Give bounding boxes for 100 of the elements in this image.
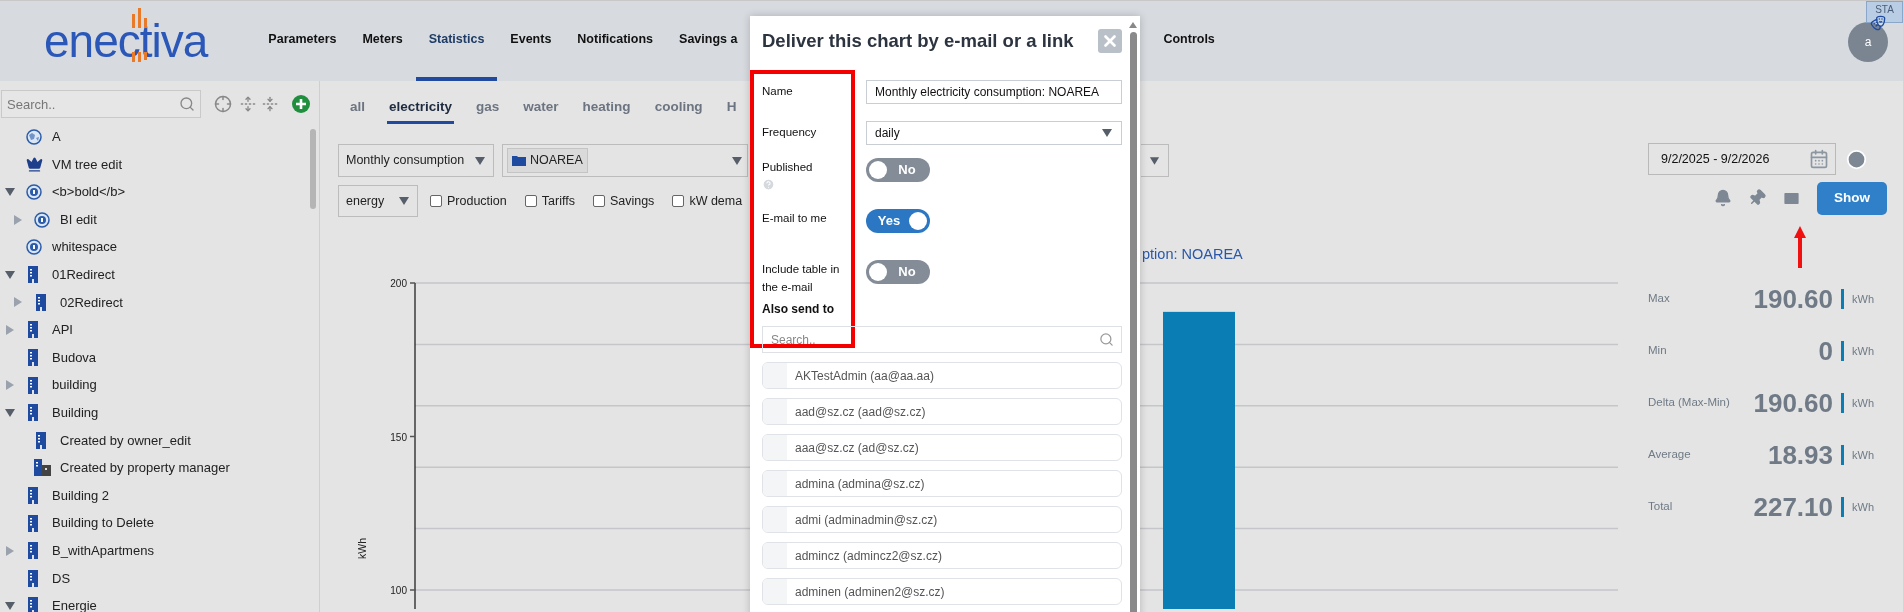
folder-icon [512, 155, 526, 166]
masks-icon [1870, 15, 1886, 31]
checkbox-label: Production [447, 192, 507, 210]
environment-badge: STA [1866, 1, 1903, 23]
nav-item[interactable]: Parameters [255, 1, 350, 81]
tree-item[interactable]: B_withApartmens [0, 536, 309, 565]
tree-item[interactable]: DS [0, 564, 309, 593]
tree-item[interactable]: 01Redirect [0, 260, 309, 289]
recipient-label: admi (adminadmin@sz.cz) [795, 511, 938, 529]
nav-item[interactable]: Events [497, 1, 565, 81]
tab[interactable]: water [521, 94, 561, 124]
tree-item-label: 02Redirect [60, 293, 123, 312]
clock-icon[interactable] [1846, 148, 1867, 170]
tree-item[interactable]: Building to Delete [0, 509, 309, 537]
tab[interactable]: all [348, 94, 367, 124]
tree-item[interactable]: building [0, 371, 309, 399]
tree-item[interactable]: Budova [0, 343, 309, 372]
tree-item[interactable]: Building 2 [0, 481, 309, 510]
axis-label: kWh [356, 538, 368, 559]
building-icon [28, 404, 40, 422]
tree-item[interactable]: A [0, 123, 309, 151]
tree-item-label: whitespace [52, 238, 118, 257]
close-button[interactable] [1098, 29, 1122, 53]
checkbox[interactable] [672, 195, 685, 207]
nav-item[interactable]: Notifications [564, 1, 667, 81]
recipient-item[interactable]: admina (admina@sz.cz) [762, 470, 1122, 497]
recipient-item[interactable]: aaa@sz.cz (ad@sz.cz) [762, 434, 1122, 461]
tree-item[interactable]: 02Redirect [0, 288, 309, 317]
tree-item[interactable]: <b>bold</b> [0, 178, 309, 206]
recipient-item[interactable]: adminen (adminen2@sz.cz) [762, 578, 1122, 605]
checkbox[interactable] [524, 195, 537, 207]
tree-item[interactable]: Created by owner_edit [0, 426, 309, 455]
stat-value: 190.60 [1752, 386, 1833, 420]
stat-unit: kWh [1852, 447, 1874, 463]
expand-all-icon[interactable] [240, 96, 256, 112]
caret-icon [4, 600, 16, 611]
tab[interactable]: cooling [652, 94, 705, 124]
recipient-label: admina (admina@sz.cz) [795, 475, 925, 493]
scrollbar[interactable] [310, 129, 316, 209]
name-field[interactable]: Monthly electricity consumption: NOAREA [866, 80, 1122, 104]
tree-item[interactable]: Created by property manager [0, 454, 309, 482]
caret-icon [1149, 155, 1160, 166]
tree-item-label: Building [52, 404, 99, 422]
date-range-field[interactable]: 9/2/2025 - 9/2/2026 [1648, 143, 1836, 175]
tree-item-label: B_withApartmens [52, 541, 154, 560]
recipient-label: aad@sz.cz (aad@sz.cz) [795, 403, 926, 421]
show-button[interactable]: Show [1817, 181, 1887, 215]
avatar[interactable]: a [1848, 22, 1888, 62]
dropdown[interactable] [1141, 144, 1169, 177]
checkbox[interactable] [430, 195, 442, 207]
tab[interactable]: gas [474, 94, 502, 124]
stat-value: 18.93 [1766, 438, 1833, 472]
add-icon[interactable] [292, 95, 310, 113]
calendar-icon [1809, 149, 1829, 169]
tab[interactable]: heating [580, 94, 633, 124]
nav-item[interactable]: Savings a [666, 1, 751, 81]
recipient-search-field[interactable]: Search.. [762, 326, 1122, 353]
search-field[interactable]: Search.. [1, 90, 201, 118]
tree-item[interactable]: API [0, 316, 309, 344]
arrow-annotation [1794, 226, 1806, 268]
checkbox-label: kW dema [689, 192, 743, 210]
field-label: Name [762, 84, 794, 100]
nav-item[interactable]: Meters [349, 1, 416, 81]
recipient-label: aaa@sz.cz (ad@sz.cz) [795, 439, 919, 457]
frequency-select[interactable]: daily [866, 121, 1122, 145]
collapse-all-icon[interactable] [262, 96, 278, 112]
tab[interactable]: electricity [387, 94, 455, 124]
caret-icon [1101, 128, 1113, 138]
meter-icon [26, 239, 42, 256]
nav-item[interactable]: Statistics [415, 1, 498, 81]
building-icon [36, 431, 48, 449]
quantity-select[interactable]: energy [338, 185, 418, 217]
field-label: E-mail to me [762, 211, 828, 226]
tree-item-label: API [52, 321, 73, 340]
area-select[interactable]: NOAREA [502, 144, 748, 177]
checkbox[interactable] [592, 195, 605, 207]
tab[interactable]: H [724, 94, 739, 124]
recipient-item[interactable]: aad@sz.cz (aad@sz.cz) [762, 398, 1122, 425]
dialog-title: Deliver this chart by e-mail or a link [762, 29, 1074, 54]
crosshair-icon[interactable] [214, 95, 232, 113]
tree-item-label: Created by property manager [60, 459, 230, 478]
tree-item[interactable]: Building [0, 398, 309, 427]
scroll-up-icon[interactable] [1129, 22, 1137, 28]
recipient-item[interactable]: admi (adminadmin@sz.cz) [762, 506, 1122, 533]
building-icon [33, 459, 51, 477]
tree-item[interactable]: VM tree edit [0, 150, 309, 179]
caret-icon [12, 214, 24, 225]
recipient-label: adminen (adminen2@sz.cz) [795, 583, 945, 601]
recipient-item[interactable]: admincz (admincz2@sz.cz) [762, 542, 1122, 569]
recipient-item[interactable]: AKTestAdmin (aa@aa.aa) [762, 362, 1122, 389]
checkbox-label: Tariffs [541, 192, 575, 210]
tree-item[interactable]: BI edit [0, 205, 309, 234]
chart-type-select[interactable]: Monthly consumption [338, 144, 494, 177]
tree-item[interactable]: Energie [0, 592, 309, 612]
globe-icon [26, 128, 42, 145]
building-icon [28, 542, 40, 560]
nav-item[interactable]: Controls [1150, 1, 1228, 81]
bell-icon[interactable] [1714, 189, 1732, 207]
tree-item[interactable]: whitespace [0, 233, 309, 261]
toggle-switch[interactable]: Yes [866, 209, 930, 233]
